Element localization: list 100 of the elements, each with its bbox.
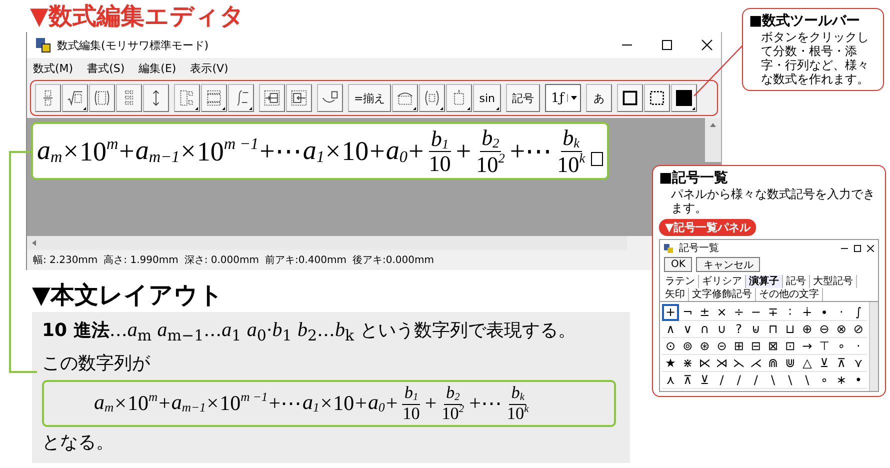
symbol-cell[interactable]: ★ bbox=[662, 355, 680, 372]
maximize-icon[interactable] bbox=[661, 39, 673, 51]
symbol-cell[interactable]: ⊞ bbox=[730, 338, 748, 355]
symbol-cell[interactable]: ∙ bbox=[816, 304, 833, 321]
symbol-cell[interactable]: \ bbox=[782, 372, 799, 389]
symbol-cell[interactable]: ∧ bbox=[662, 321, 680, 338]
symbol-cell[interactable]: × bbox=[713, 304, 730, 321]
toolbar-button[interactable]: sin bbox=[473, 84, 501, 112]
symbol-cell[interactable]: / bbox=[747, 372, 764, 389]
symbol-cell[interactable]: • bbox=[850, 372, 867, 389]
toolbar-button[interactable]: 記号 bbox=[506, 84, 540, 112]
symbol-cell[interactable]: ∔ bbox=[798, 304, 816, 321]
symbol-cell[interactable]: ⊓ bbox=[764, 321, 782, 338]
symbol-cell[interactable]: ⊚ bbox=[679, 338, 696, 355]
symbol-cell[interactable]: ⊼ bbox=[679, 372, 696, 389]
symbol-cell[interactable]: / bbox=[730, 372, 748, 389]
toolbar-button[interactable] bbox=[286, 84, 312, 112]
symbol-cell[interactable]: \ bbox=[764, 372, 782, 389]
tab[interactable]: その他の文字 bbox=[756, 288, 823, 301]
symbol-cell[interactable]: ∘ bbox=[816, 372, 833, 389]
symbol-cell[interactable]: + bbox=[662, 304, 680, 321]
tab[interactable]: ラテン bbox=[662, 275, 699, 288]
toolbar-button[interactable] bbox=[617, 84, 644, 112]
symbol-cell[interactable]: ⋒ bbox=[764, 355, 782, 372]
toolbar-button[interactable] bbox=[143, 84, 169, 112]
toolbar-button[interactable]: あ bbox=[586, 84, 612, 112]
symbol-cell[interactable]: ∫ bbox=[850, 304, 867, 321]
symbol-cell[interactable]: ÷ bbox=[730, 304, 748, 321]
symbol-cell[interactable]: ⋌ bbox=[747, 355, 764, 372]
symbol-cell[interactable]: ⊻ bbox=[816, 355, 833, 372]
symbol-cell[interactable]: ⊙ bbox=[662, 338, 680, 355]
symbol-cell[interactable]: ⊖ bbox=[816, 321, 833, 338]
tab[interactable]: 演算子 bbox=[746, 275, 783, 288]
toolbar-button[interactable] bbox=[259, 84, 285, 112]
symbol-cell[interactable]: ? bbox=[730, 321, 748, 338]
menu-item[interactable]: 書式(S) bbox=[87, 60, 125, 76]
symbol-cell[interactable]: ⊗ bbox=[832, 321, 850, 338]
toolbar-button[interactable] bbox=[419, 84, 446, 112]
close-icon[interactable] bbox=[867, 244, 874, 252]
symbol-cell[interactable]: △ bbox=[798, 355, 816, 372]
toolbar-button[interactable] bbox=[89, 84, 115, 112]
symbol-cell[interactable]: ∘ bbox=[832, 338, 850, 355]
scrollbar[interactable] bbox=[869, 302, 878, 391]
dialog-button[interactable]: OK bbox=[664, 257, 692, 272]
symbol-cell[interactable]: ⊌ bbox=[747, 321, 764, 338]
symbol-cell[interactable]: ∨ bbox=[679, 321, 696, 338]
symbol-cell[interactable]: ∗ bbox=[832, 372, 850, 389]
parentheses-icon bbox=[423, 89, 442, 107]
symbol-cell[interactable]: ⋉ bbox=[696, 355, 714, 372]
symbol-cell[interactable]: ∩ bbox=[696, 321, 714, 338]
toolbar-button[interactable]: =揃え bbox=[348, 84, 392, 112]
toolbar-button[interactable] bbox=[62, 84, 88, 112]
symbol-cell[interactable]: ⊕ bbox=[798, 321, 816, 338]
symbol-cell[interactable]: ⋊ bbox=[713, 355, 730, 372]
scroll-left-icon[interactable] bbox=[30, 239, 38, 247]
symbol-cell[interactable]: ⊔ bbox=[782, 321, 799, 338]
tab[interactable]: 大型記号 bbox=[810, 275, 857, 288]
symbol-cell[interactable]: · bbox=[832, 304, 850, 321]
toolbar-button[interactable] bbox=[317, 84, 343, 112]
symbol-cell[interactable]: ∶ bbox=[782, 304, 799, 321]
symbol-cell[interactable]: / bbox=[713, 372, 730, 389]
symbol-cell[interactable]: ⊟ bbox=[747, 338, 764, 355]
symbol-cell[interactable]: ⊝ bbox=[713, 338, 730, 355]
symbol-cell[interactable]: ⊛ bbox=[696, 338, 714, 355]
tab[interactable]: 文字修飾記号 bbox=[689, 288, 756, 301]
menu-item[interactable]: 表示(V) bbox=[190, 60, 228, 76]
symbol-cell[interactable]: ∓ bbox=[764, 304, 782, 321]
menu-item[interactable]: 数式(M) bbox=[33, 60, 74, 76]
close-icon[interactable] bbox=[701, 39, 713, 51]
symbol-cell[interactable]: ⊘ bbox=[850, 321, 867, 338]
symbol-cell[interactable]: → bbox=[798, 338, 816, 355]
symbol-cell[interactable]: ∪ bbox=[713, 321, 730, 338]
tab[interactable]: 矢印 bbox=[662, 288, 689, 301]
toolbar-button[interactable] bbox=[228, 84, 254, 112]
symbol-cell[interactable]: ⋏ bbox=[662, 372, 680, 389]
symbol-cell[interactable]: ⋎ bbox=[850, 355, 867, 372]
dialog-button[interactable]: キャンセル bbox=[696, 257, 760, 272]
symbol-cell[interactable]: ⋇ bbox=[679, 355, 696, 372]
maximize-icon[interactable] bbox=[854, 244, 861, 252]
symbol-cell[interactable]: ⊼ bbox=[832, 355, 850, 372]
size-dropdown[interactable]: 1ƒ bbox=[544, 84, 582, 112]
menu-item[interactable]: 編集(E) bbox=[138, 60, 176, 76]
symbol-cell[interactable]: ¬ bbox=[679, 304, 696, 321]
color-swatch-button[interactable] bbox=[671, 84, 698, 112]
symbol-cell[interactable]: ⊠ bbox=[764, 338, 782, 355]
symbol-cell[interactable]: ± bbox=[696, 304, 714, 321]
symbol-cell[interactable]: ⋋ bbox=[730, 355, 748, 372]
tab[interactable]: 記号 bbox=[783, 275, 810, 288]
symbol-cell[interactable]: ⋓ bbox=[782, 355, 799, 372]
caret-icon bbox=[567, 94, 578, 102]
symbol-cell[interactable]: · bbox=[850, 338, 867, 355]
symbol-cell[interactable]: ⊡ bbox=[782, 338, 799, 355]
scrollbar[interactable] bbox=[27, 236, 627, 250]
symbol-cell[interactable]: \ bbox=[798, 372, 816, 389]
symbol-cell[interactable]: ⊤ bbox=[816, 338, 833, 355]
scrollbar[interactable] bbox=[705, 118, 721, 162]
symbol-cell[interactable]: − bbox=[747, 304, 764, 321]
symbol-cell[interactable]: ⊻ bbox=[696, 372, 714, 389]
toolbar-button[interactable] bbox=[644, 84, 670, 112]
scroll-up-icon[interactable] bbox=[709, 121, 717, 129]
